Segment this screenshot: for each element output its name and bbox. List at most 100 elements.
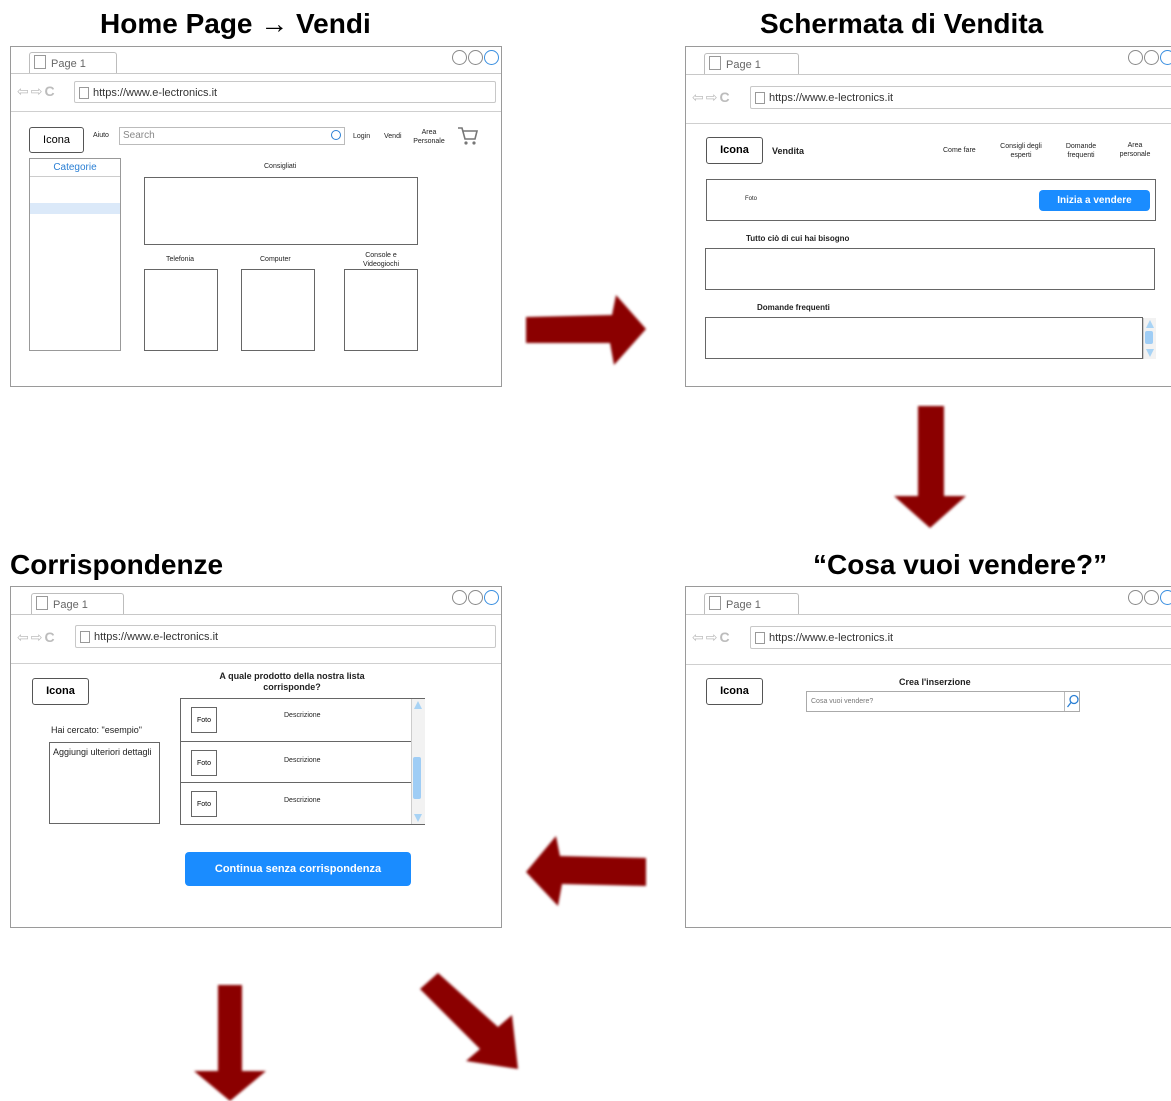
page-icon bbox=[34, 55, 46, 69]
input-placeholder: Cosa vuoi vendere? bbox=[811, 698, 874, 705]
descrizione-text: Descrizione bbox=[284, 797, 321, 804]
nav-vendi[interactable]: Vendi bbox=[384, 133, 402, 140]
scroll-down-icon[interactable] bbox=[414, 814, 422, 822]
nav-area-personale[interactable]: Area Personale bbox=[409, 128, 449, 146]
search-icon[interactable] bbox=[1066, 694, 1080, 709]
list-item[interactable]: Foto Descrizione bbox=[181, 699, 411, 742]
circle-icon[interactable] bbox=[1128, 590, 1143, 605]
tutto-box[interactable] bbox=[705, 248, 1155, 290]
selected-category[interactable] bbox=[30, 203, 120, 214]
circle-icon[interactable] bbox=[1144, 590, 1159, 605]
circle-icon[interactable] bbox=[484, 50, 499, 65]
logo-button[interactable]: Icona bbox=[706, 137, 763, 164]
search-icon[interactable] bbox=[331, 130, 341, 140]
foto-banner: Foto Inizia a vendere bbox=[706, 179, 1156, 221]
browser-nav-icons[interactable]: ⇦⇨C bbox=[17, 83, 57, 100]
window-controls bbox=[452, 50, 499, 65]
list-item[interactable]: Foto Descrizione bbox=[181, 783, 411, 825]
consigliati-label: Consigliati bbox=[264, 163, 297, 170]
nav-login[interactable]: Login bbox=[353, 133, 370, 140]
nav-consigli-esperti[interactable]: Consigli degli esperti bbox=[993, 142, 1049, 160]
circle-icon[interactable] bbox=[452, 50, 467, 65]
url-bar[interactable]: https://www.e-lectronics.it bbox=[75, 625, 496, 648]
nav-area-personale[interactable]: Area personale bbox=[1112, 141, 1158, 159]
cosa-vuoi-vendere-input[interactable]: Cosa vuoi vendere? bbox=[806, 691, 1080, 712]
hai-cercato-text: Hai cercato: "esempio" bbox=[51, 725, 142, 735]
computer-box[interactable] bbox=[241, 269, 315, 351]
tab-label: Page 1 bbox=[726, 599, 761, 611]
inizia-a-vendere-button[interactable]: Inizia a vendere bbox=[1039, 190, 1150, 211]
domande-label: Domande frequenti bbox=[757, 303, 830, 312]
logo-button[interactable]: Icona bbox=[32, 678, 89, 705]
logo-button[interactable]: Icona bbox=[706, 678, 763, 705]
browser-nav-icons[interactable]: ⇦⇨C bbox=[692, 89, 732, 106]
console-label: Console e Videogiochi bbox=[362, 252, 400, 268]
categorie-label[interactable]: Categorie bbox=[30, 159, 120, 177]
browser-tab[interactable]: Page 1 bbox=[31, 593, 124, 615]
consigliati-box[interactable] bbox=[144, 177, 418, 245]
results-scrollbar[interactable] bbox=[411, 699, 425, 824]
foto-thumbnail: Foto bbox=[191, 707, 217, 733]
circle-icon[interactable] bbox=[1160, 50, 1171, 65]
logo-button[interactable]: Icona bbox=[29, 127, 84, 153]
url-bar[interactable]: https://www.e-lectronics.it bbox=[750, 86, 1171, 109]
search-input[interactable]: Search bbox=[119, 127, 345, 145]
arrow-diagonal-icon bbox=[420, 973, 518, 1069]
window-controls bbox=[1128, 590, 1171, 605]
title-cosa-vuoi-vendere: “Cosa vuoi vendere?” bbox=[813, 549, 1108, 580]
scroll-down-icon[interactable] bbox=[1146, 349, 1154, 357]
dettagli-textarea[interactable]: Aggiungi ulteriori dettagli bbox=[49, 742, 160, 824]
nav-domande-frequenti[interactable]: Domande frequenti bbox=[1056, 142, 1106, 160]
circle-icon[interactable] bbox=[1160, 590, 1171, 605]
tab-label: Page 1 bbox=[51, 58, 86, 70]
cart-icon[interactable] bbox=[457, 126, 479, 146]
scroll-thumb[interactable] bbox=[413, 757, 421, 799]
title-vendita: Schermata di Vendita bbox=[760, 8, 1044, 39]
nav-come-fare[interactable]: Come fare bbox=[943, 147, 976, 154]
search-placeholder: Search bbox=[123, 130, 155, 141]
arrow-down-icon bbox=[194, 985, 266, 1101]
browser-nav-icons[interactable]: ⇦⇨C bbox=[692, 629, 732, 646]
browser-tab[interactable]: Page 1 bbox=[704, 53, 799, 75]
dettagli-placeholder: Aggiungi ulteriori dettagli bbox=[53, 747, 152, 757]
browser-nav-icons[interactable]: ⇦⇨C bbox=[17, 629, 57, 646]
scroll-up-icon[interactable] bbox=[414, 701, 422, 709]
url-bar[interactable]: https://www.e-lectronics.it bbox=[750, 626, 1171, 649]
circle-icon[interactable] bbox=[452, 590, 467, 605]
cosa-vuoi-vendere-window: Page 1 ⇦⇨C https://www.e-lectronics.it I… bbox=[685, 586, 1171, 928]
title-home: Home Page → Vendi bbox=[100, 8, 371, 39]
circle-icon[interactable] bbox=[1144, 50, 1159, 65]
home-page-window: Page 1 ⇦⇨C https://www.e-lectronics.it I… bbox=[10, 46, 502, 387]
descrizione-text: Descrizione bbox=[284, 712, 321, 719]
categorie-sidebar: Categorie bbox=[29, 158, 121, 351]
descrizione-text: Descrizione bbox=[284, 757, 321, 764]
circle-icon[interactable] bbox=[484, 590, 499, 605]
page-icon bbox=[36, 596, 48, 610]
telefonia-box[interactable] bbox=[144, 269, 218, 351]
url-text: https://www.e-lectronics.it bbox=[769, 92, 894, 104]
vendita-window: Page 1 ⇦⇨C https://www.e-lectronics.it I… bbox=[685, 46, 1171, 387]
continua-senza-corrispondenza-button[interactable]: Continua senza corrispondenza bbox=[185, 852, 411, 886]
browser-tab[interactable]: Page 1 bbox=[29, 52, 117, 74]
question-text: A quale prodotto della nostra lista corr… bbox=[219, 671, 365, 692]
circle-icon[interactable] bbox=[468, 590, 483, 605]
page-icon bbox=[709, 56, 721, 70]
domande-box[interactable] bbox=[705, 317, 1143, 359]
nav-aiuto[interactable]: Aiuto bbox=[93, 132, 109, 139]
browser-tab[interactable]: Page 1 bbox=[704, 593, 799, 615]
circle-icon[interactable] bbox=[1128, 50, 1143, 65]
domande-scrollbar[interactable] bbox=[1143, 318, 1156, 359]
vendita-heading: Vendita bbox=[772, 146, 805, 156]
foto-thumbnail: Foto bbox=[191, 750, 217, 776]
console-box[interactable] bbox=[344, 269, 418, 351]
circle-icon[interactable] bbox=[468, 50, 483, 65]
url-text: https://www.e-lectronics.it bbox=[769, 632, 894, 644]
scroll-up-icon[interactable] bbox=[1146, 320, 1154, 328]
foto-thumbnail: Foto bbox=[191, 791, 217, 817]
arrow-left-icon bbox=[526, 836, 646, 906]
scroll-thumb[interactable] bbox=[1145, 331, 1153, 344]
url-bar[interactable]: https://www.e-lectronics.it bbox=[74, 81, 496, 103]
computer-label: Computer bbox=[260, 256, 291, 263]
crea-inserzione-label: Crea l'inserzione bbox=[899, 677, 971, 687]
list-item[interactable]: Foto Descrizione bbox=[181, 742, 411, 783]
